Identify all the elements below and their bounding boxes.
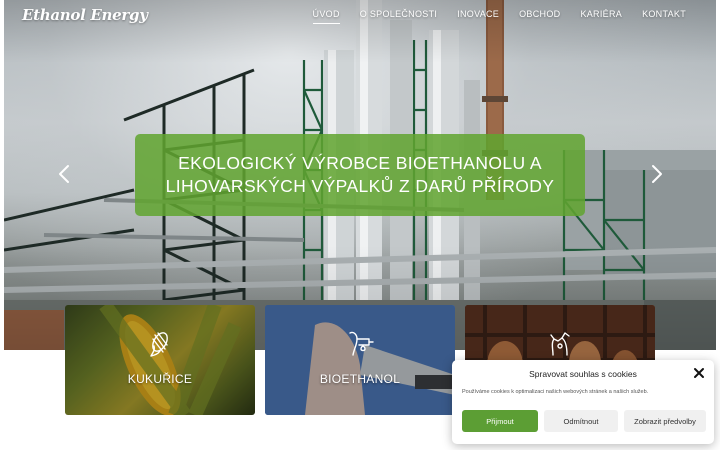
nav-item-kariera[interactable]: KARIÉRA (580, 9, 622, 24)
card-label-bioethanol: BIOETHANOL (319, 372, 401, 386)
slider-prev-button[interactable] (54, 163, 76, 185)
nav-item-kontakt[interactable]: KONTAKT (642, 9, 686, 24)
hero-slogan-banner: EKOLOGICKÝ VÝROBCE BIOETHANOLU A LIHOVAR… (135, 134, 585, 216)
cookie-description: Používáme cookies k optimalizaci našich … (462, 389, 649, 395)
cookie-title: Spravovat souhlas s cookies (529, 369, 637, 379)
fuel-pump-icon (349, 331, 374, 356)
nav-item-o-spolecnosti[interactable]: O SPOLEČNOSTI (360, 9, 437, 24)
hero-slogan-text: EKOLOGICKÝ VÝROBCE BIOETHANOLU A LIHOVAR… (165, 153, 555, 196)
cookie-accept-button[interactable]: Přijmout (462, 410, 538, 432)
site-logo[interactable]: Ethanol Energy (22, 6, 148, 24)
corn-icon (150, 332, 168, 357)
cookie-consent-dialog: Spravovat souhlas s cookies Používáme co… (452, 360, 714, 444)
nav-item-uvod[interactable]: ÚVOD (312, 9, 340, 24)
card-bioethanol[interactable]: BIOETHANOL (265, 305, 455, 415)
cow-icon (550, 332, 570, 356)
card-kukurice[interactable]: KUKUŘICE (65, 305, 255, 415)
nav-item-obchod[interactable]: OBCHOD (519, 9, 560, 24)
card-label-kukurice: KUKUŘICE (127, 372, 193, 386)
main-nav: ÚVOD O SPOLEČNOSTI INOVACE OBCHOD KARIÉR… (312, 9, 686, 24)
nav-item-inovace[interactable]: INOVACE (457, 9, 499, 24)
page: Ethanol Energy ÚVOD O SPOLEČNOSTI INOVAC… (0, 0, 720, 450)
chevron-left-icon (59, 165, 69, 183)
cookie-preferences-button[interactable]: Zobrazit předvolby (624, 410, 706, 432)
chevron-right-icon (652, 165, 662, 183)
cookie-reject-button[interactable]: Odmítnout (544, 410, 618, 432)
close-icon[interactable] (693, 367, 705, 379)
slider-next-button[interactable] (645, 163, 667, 185)
